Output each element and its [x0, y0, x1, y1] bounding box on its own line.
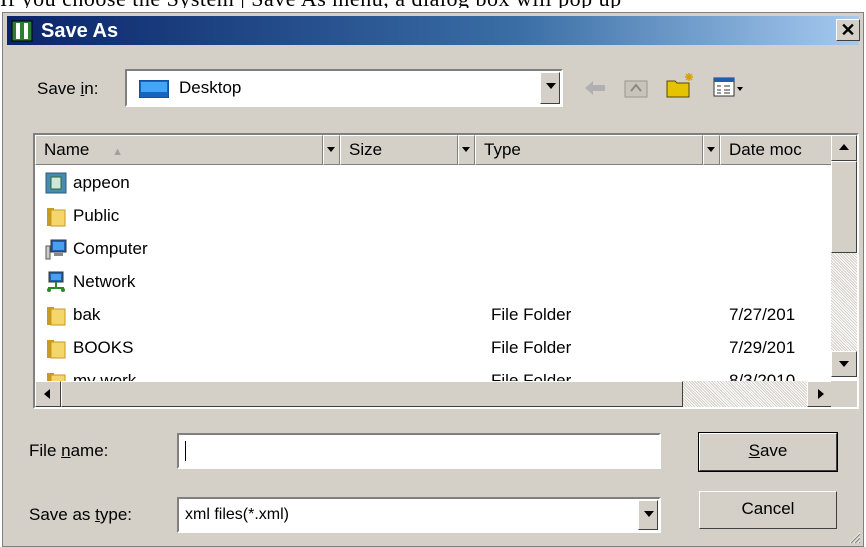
computer-icon — [45, 239, 67, 260]
column-dropdown-size[interactable] — [458, 135, 475, 165]
up-folder-icon[interactable] — [623, 75, 649, 99]
resize-grip-icon[interactable] — [847, 530, 861, 544]
title-bar[interactable]: Save As ✕ — [7, 16, 860, 45]
chevron-down-icon[interactable] — [540, 72, 560, 104]
text-cursor — [185, 441, 186, 461]
scroll-track[interactable] — [683, 381, 807, 407]
horizontal-scrollbar[interactable] — [35, 381, 833, 407]
close-button[interactable]: ✕ — [836, 19, 860, 41]
save-button[interactable]: Save — [698, 432, 838, 472]
list-item[interactable]: BOOKS File Folder 7/29/201 — [45, 331, 825, 364]
sort-up-icon: ▲ — [112, 146, 123, 158]
column-header-size[interactable]: Size — [340, 135, 458, 165]
desktop-icon — [139, 80, 169, 98]
close-icon: ✕ — [840, 20, 856, 40]
dialog-title: Save As — [41, 20, 119, 42]
save-as-dialog: Save As ✕ Save in: Desktop Name ▲ Size T… — [2, 12, 864, 547]
app-icon — [11, 20, 33, 42]
list-item[interactable]: Public — [45, 199, 825, 232]
column-header-date[interactable]: Date moc — [720, 135, 833, 165]
scroll-up-button[interactable] — [831, 135, 857, 161]
save-in-label: Save in: — [37, 79, 99, 98]
new-folder-icon[interactable] — [665, 71, 695, 99]
cancel-button[interactable]: Cancel — [699, 491, 837, 529]
folder-icon — [47, 340, 66, 359]
save-in-dropdown[interactable]: Desktop — [125, 69, 563, 107]
save-as-type-value: xml files(*.xml) — [185, 506, 289, 523]
scroll-thumb[interactable] — [831, 161, 857, 253]
file-name-input[interactable] — [177, 433, 661, 469]
scroll-left-button[interactable] — [35, 381, 61, 407]
column-header-type[interactable]: Type — [475, 135, 703, 165]
save-in-value: Desktop — [179, 78, 242, 97]
view-menu-icon[interactable] — [713, 77, 745, 99]
save-as-type-label: Save as type: — [29, 505, 133, 524]
chevron-down-icon[interactable] — [638, 500, 658, 530]
scroll-corner — [831, 381, 857, 407]
background-page-text: If you choose the System | Save As menu,… — [0, 0, 866, 8]
back-arrow-icon[interactable] — [583, 79, 607, 97]
column-dropdown-type[interactable] — [703, 135, 720, 165]
file-list[interactable]: Name ▲ Size Type Date moc appeon Public … — [33, 133, 859, 409]
list-item[interactable]: Network — [45, 265, 825, 298]
column-header-name[interactable]: Name ▲ — [35, 135, 323, 165]
folder-icon — [47, 208, 66, 227]
scroll-down-button[interactable] — [831, 351, 857, 377]
folder-icon — [47, 307, 66, 326]
file-name-label: File name: — [29, 441, 109, 460]
column-dropdown-name[interactable] — [323, 135, 340, 165]
scroll-right-button[interactable] — [807, 381, 833, 407]
list-item[interactable]: appeon — [45, 166, 825, 199]
horizontal-scroll-thumb[interactable] — [61, 381, 683, 407]
network-icon — [47, 271, 65, 292]
save-as-type-dropdown[interactable]: xml files(*.xml) — [177, 497, 661, 533]
list-item[interactable]: Computer — [45, 232, 825, 265]
file-icon — [45, 172, 67, 194]
list-item[interactable]: bak File Folder 7/27/201 — [45, 298, 825, 331]
vertical-scrollbar[interactable] — [831, 135, 857, 377]
